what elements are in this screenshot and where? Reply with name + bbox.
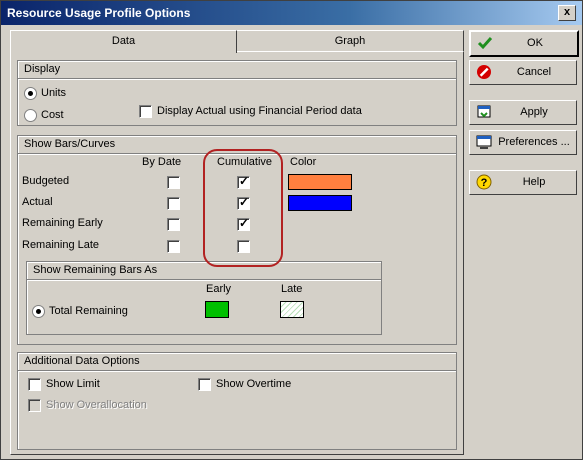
show-limit-checkbox[interactable] [28,378,41,391]
apply-button[interactable]: Apply [469,100,577,125]
cost-label: Cost [41,109,64,121]
bydate-column-header: By Date [142,156,182,168]
apply-icon [477,105,491,118]
remaining-late-bydate-checkbox[interactable] [167,240,180,253]
checkmark-icon [477,37,493,50]
late-color-swatch[interactable] [280,301,304,318]
cancel-icon [477,65,491,79]
additional-data-group-title: Additional Data Options [18,353,456,371]
window-title: Resource Usage Profile Options [7,6,191,20]
svg-text:?: ? [481,177,488,189]
actual-label: Actual [22,196,53,208]
total-remaining-radio[interactable] [32,305,45,318]
help-icon: ? [476,174,492,190]
cumulative-highlight-annotation [203,149,283,267]
preferences-button-label: Preferences ... [498,136,570,148]
show-overtime-label: Show Overtime [216,378,292,390]
show-overtime-checkbox[interactable] [198,378,211,391]
tab-data[interactable]: Data [10,30,237,53]
units-label: Units [41,87,67,99]
ok-button[interactable]: OK [469,30,579,57]
actual-color-swatch[interactable] [288,195,352,211]
cost-radio[interactable] [24,109,37,122]
show-overallocation-label: Show Overallocation [46,399,147,411]
tab-strip: Data Graph [10,30,464,53]
cancel-button[interactable]: Cancel [469,60,577,85]
late-column-header: Late [281,283,303,295]
financial-period-label: Display Actual using Financial Period da… [157,105,362,117]
preferences-icon [476,135,492,149]
remaining-bars-group: Show Remaining Bars As Early Late Total … [26,261,382,335]
close-button[interactable]: x [558,5,576,21]
apply-button-label: Apply [520,106,548,118]
total-remaining-label: Total Remaining [49,305,128,317]
budgeted-color-swatch[interactable] [288,174,352,190]
dialog-window: Resource Usage Profile Options x Data Gr… [0,0,583,460]
show-overallocation-checkbox [28,399,41,412]
preferences-button[interactable]: Preferences ... [469,130,577,155]
remaining-bars-group-title: Show Remaining Bars As [27,262,381,280]
budgeted-label: Budgeted [22,175,70,187]
cancel-button-label: Cancel [516,66,552,78]
tab-graph[interactable]: Graph [236,30,464,53]
help-button-label: Help [522,176,546,188]
units-radio[interactable] [24,87,37,100]
additional-data-group: Additional Data Options Show Limit Show … [17,352,457,450]
remaining-early-label: Remaining Early [22,217,103,229]
remaining-early-bydate-checkbox[interactable] [167,218,180,231]
remaining-late-label: Remaining Late [22,239,100,251]
early-column-header: Early [206,283,232,295]
early-color-swatch[interactable] [205,301,229,318]
color-column-header: Color [290,156,317,168]
actual-bydate-checkbox[interactable] [167,197,180,210]
show-limit-label: Show Limit [46,378,100,390]
title-bar[interactable]: Resource Usage Profile Options x [1,1,582,25]
financial-period-checkbox[interactable] [139,105,152,118]
budgeted-bydate-checkbox[interactable] [167,176,180,189]
ok-button-label: OK [527,37,543,49]
display-group: Display Units Cost Display Actual using … [17,60,457,126]
help-button[interactable]: ? Help [469,170,577,195]
display-group-title: Display [18,61,456,79]
